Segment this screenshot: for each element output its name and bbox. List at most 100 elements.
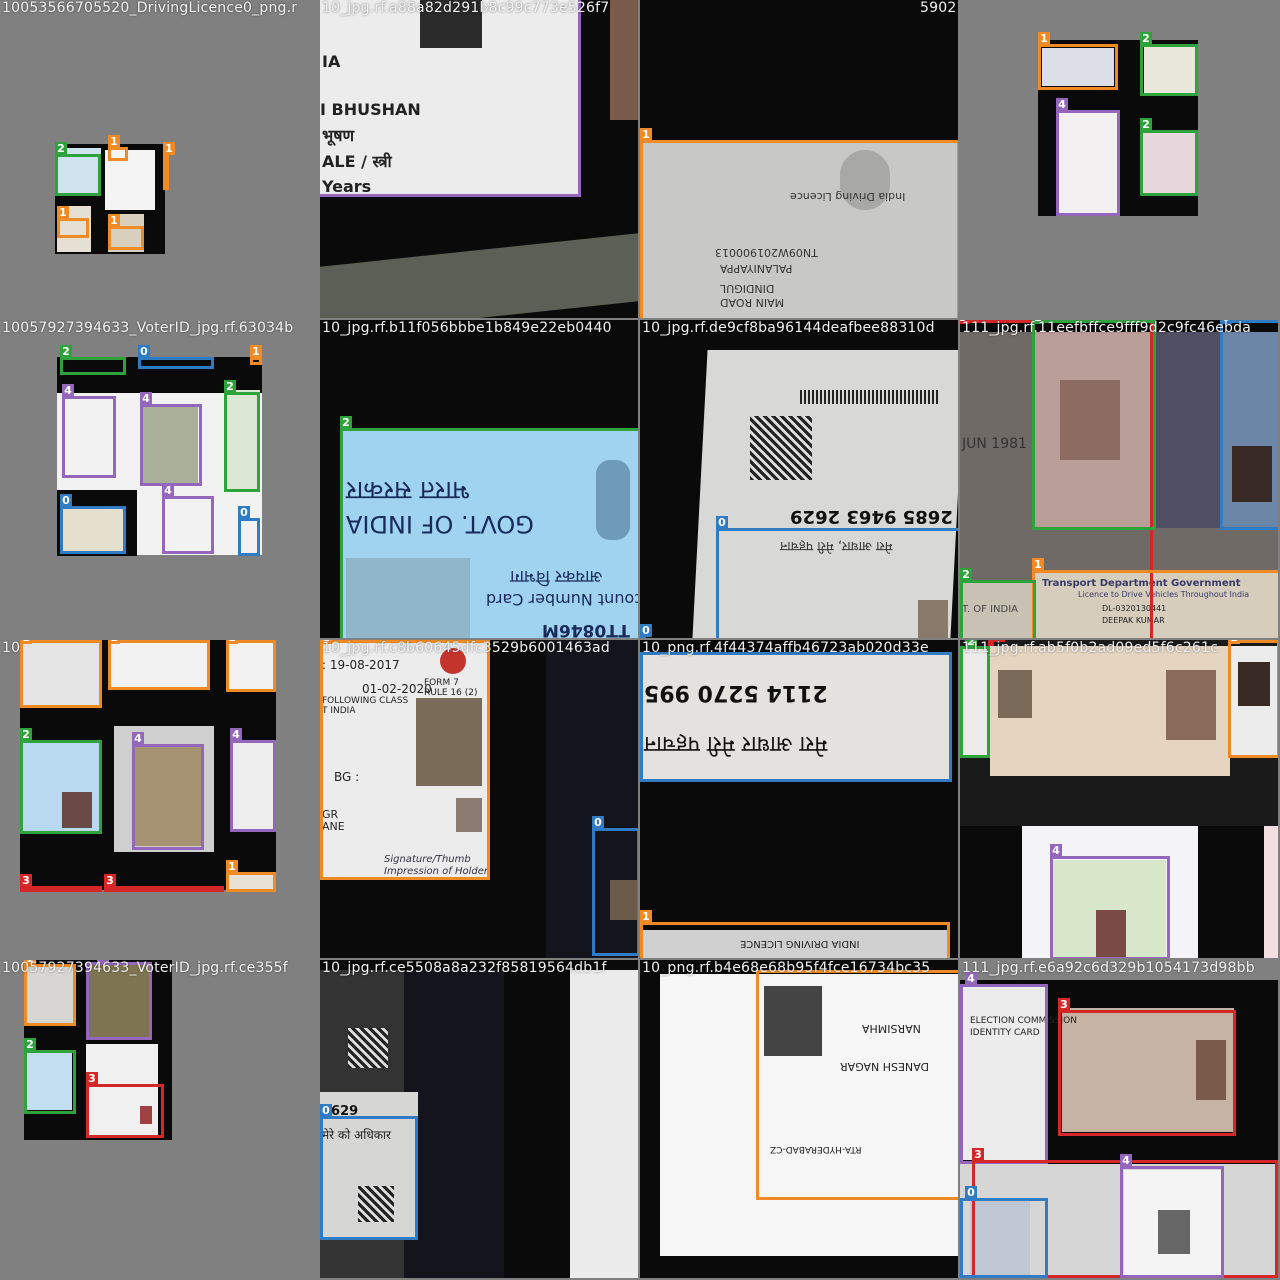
bbox-class-4: 4: [132, 732, 204, 850]
tile-13: 10_jpg.rf.ce5508a8a232f85819564db1f 2629…: [320, 960, 638, 1278]
bbox-class-4: 4: [162, 484, 214, 554]
tile-filename: 111_jpg.rf.e6a92c6d329b1054173d98bb: [962, 960, 1255, 976]
bbox-label: 2: [340, 416, 352, 429]
bbox-label: 4: [62, 384, 74, 397]
tile-2: 590210_png.rf.fb88fc0f867164e25c114ef505…: [640, 0, 958, 318]
bbox-label: 1: [250, 345, 262, 358]
bbox-label: 4: [140, 392, 152, 405]
tile-filename: 10057927394633_VoterID_jpg.rf.ce355f: [2, 960, 288, 976]
bbox-class-4: 4: [230, 728, 276, 832]
bbox-label: 2: [1140, 118, 1152, 131]
bbox-class-2: 2: [1032, 320, 1156, 530]
bbox-class-1: 1: [756, 970, 958, 1200]
bbox-class-4: 4: [62, 384, 116, 478]
bbox-label: 2: [1140, 32, 1152, 45]
bbox-label: 3: [104, 874, 116, 887]
barcode: [800, 390, 940, 404]
tile-filename: 10053566705520_DrivingLicence0_png.r: [2, 0, 298, 16]
bbox-label: 1: [640, 128, 652, 141]
bbox-label: 4: [230, 728, 242, 741]
tile-filename: 10_jpg.rf.b11f056bbbe1b849e22eb0440: [322, 320, 612, 336]
bbox-class-0: 0: [320, 1104, 418, 1240]
bbox-label: 0: [138, 345, 150, 358]
bbox-label: 1: [1032, 558, 1044, 571]
bbox-class-0: 0: [960, 1186, 1048, 1278]
bbox-label: 1: [226, 860, 238, 873]
tile-6: 10_jpg.rf.de9cf8ba96144deafbee88310d 268…: [640, 320, 958, 638]
bbox-class-0: 0: [1220, 320, 1278, 530]
tile-filename: 10: [2, 640, 21, 656]
portrait-photo: [1166, 670, 1216, 740]
bbox-class-1: 1: [108, 214, 144, 250]
tile-filename: 10_jpg.rf.ce5508a8a232f85819564db1f: [322, 960, 607, 976]
bbox-label: 1: [226, 640, 238, 644]
tile-filename: 10_jpg.rf.c8b60645dfc3529b6001463ad: [322, 640, 610, 656]
tile-0: 10053566705520_DrivingLicence0_png.r 2 1…: [0, 0, 318, 318]
tile-5: 10_jpg.rf.b11f056bbbe1b849e22eb0440 भारत…: [320, 320, 638, 638]
bbox-label: 0: [238, 506, 250, 519]
bbox-label: 0: [640, 624, 652, 637]
tile-12: 10057927394633_VoterID_jpg.rf.ce355f 1 4…: [0, 960, 318, 1278]
bbox-class-2: 2: [24, 1038, 76, 1114]
tile-1: 10_jpg.rf.a88a82d291b8c99c773e526f7 IA I…: [320, 0, 638, 318]
bbox-label: 3: [20, 874, 32, 887]
tile-11: 111_jpg.rf.ab5f0b2ad09ed5f6c261c 2 3 1 4: [960, 640, 1278, 958]
bbox-class-2: 2: [224, 380, 260, 492]
bbox-label: 0: [965, 1186, 977, 1199]
bbox-class-2: 2: [340, 416, 638, 638]
bbox-class-3: 3: [20, 874, 102, 892]
tile-4: 10057927394633_VoterID_jpg.rf.63034b 2 0…: [0, 320, 318, 638]
background-object: [404, 970, 504, 1278]
tile-9: 10_jpg.rf.c8b60645dfc3529b6001463ad : 19…: [320, 640, 638, 958]
bbox-class-0: 0: [716, 516, 958, 638]
bbox-class-4: 4: [320, 0, 581, 197]
bbox-class-1: 1: [108, 640, 210, 690]
tile-10: 10_png.rf.4f44374affb46723ab020d33e 2114…: [640, 640, 958, 958]
bbox-class-2: 2: [960, 568, 1036, 638]
bbox-class-4: 4: [960, 972, 1048, 1164]
bbox-label: 2: [55, 142, 67, 155]
tile-filename: 111_jpg.rf.ab5f0b2ad09ed5f6c261c: [962, 640, 1218, 656]
card-photo: [1154, 332, 1224, 528]
bbox-class-0: 0: [60, 494, 126, 554]
tile-filename: 590210_png.rf.fb88fc0f867164e25c114ef505: [920, 0, 958, 16]
bbox-label: 1: [20, 640, 32, 644]
mosaic-grid: 10053566705520_DrivingLicence0_png.r 2 1…: [0, 0, 1280, 1280]
bbox-class-4: 4: [1050, 844, 1170, 958]
bbox-class-4: 4: [1056, 98, 1120, 216]
bbox-class-0: 0: [138, 345, 214, 369]
bbox-label: 3: [86, 1072, 98, 1085]
bbox-class-2: 2: [55, 142, 101, 196]
bbox-label: 1: [108, 640, 120, 644]
bbox-label: 0: [320, 1104, 332, 1117]
bbox-label: 0: [592, 816, 604, 829]
bbox-class-2: 2: [1140, 118, 1198, 196]
bbox-class-1: 1: [320, 640, 490, 880]
bbox-class-3: 3: [1058, 998, 1236, 1136]
bbox-label: 2: [960, 568, 972, 581]
bbox-class-4: 4: [1120, 1154, 1224, 1278]
bbox-label: 4: [1120, 1154, 1132, 1167]
bbox-class-2: 2: [60, 345, 126, 375]
bbox-label: 4: [132, 732, 144, 745]
bbox-label: 4: [1050, 844, 1062, 857]
bbox-label: 1: [108, 135, 120, 148]
bbox-class-0: 0: [640, 624, 652, 638]
bbox-class-2: 2: [960, 640, 990, 758]
bbox-label: 1: [108, 214, 120, 227]
tile-8: 10 1 1 1 2 4 4 3 3 1: [0, 640, 318, 958]
bbox-label: 3: [1058, 998, 1070, 1011]
bbox-class-0: 0: [238, 506, 260, 556]
card-text: 2685 9463 2629: [790, 506, 953, 527]
bbox-class-1: 1: [1032, 558, 1278, 638]
bbox-label: 4: [162, 484, 174, 497]
qr-code: [348, 1028, 388, 1068]
bbox-class-1: 1: [20, 640, 102, 708]
bbox-class-2: 2: [20, 728, 102, 834]
bbox-class-1: 1: [250, 345, 262, 365]
tile-filename: 10_jpg.rf.de9cf8ba96144deafbee88310d: [642, 320, 935, 336]
card-photo: [570, 970, 638, 1278]
card-photo: [1264, 826, 1278, 958]
bbox-label: 1: [57, 206, 69, 219]
tile-15: 111_jpg.rf.e6a92c6d329b1054173d98bb ELEC…: [960, 960, 1278, 1278]
